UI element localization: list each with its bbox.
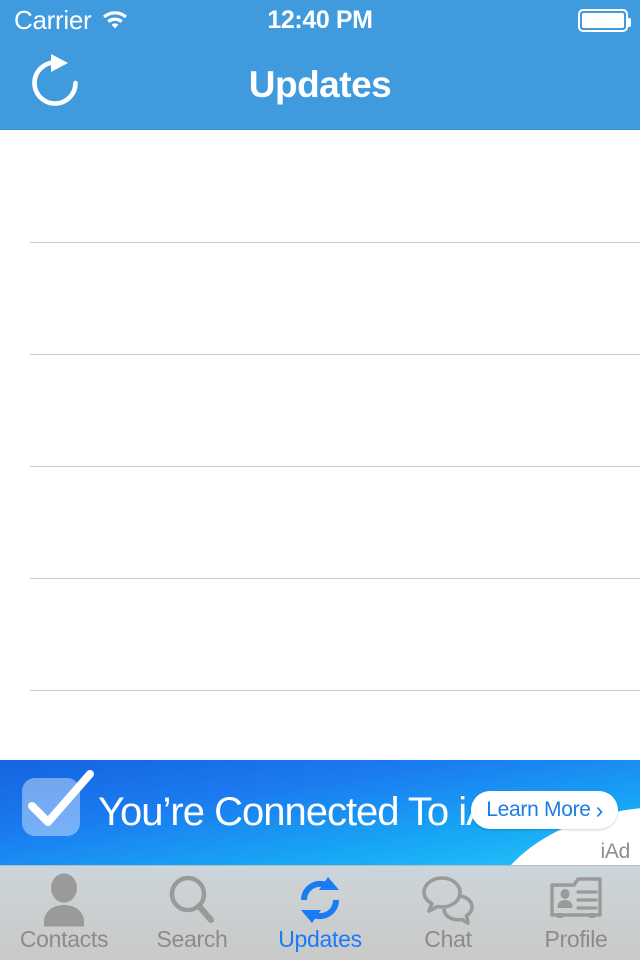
tab-label-updates: Updates	[278, 926, 362, 952]
table-row[interactable]	[0, 243, 640, 355]
row-separator	[30, 690, 640, 691]
ad-headline: You’re Connected To iAd	[98, 790, 514, 834]
person-icon	[36, 872, 92, 928]
updates-table-view[interactable]	[0, 131, 640, 760]
tab-label-profile: Profile	[544, 926, 608, 952]
contact-card-icon	[548, 872, 604, 928]
nav-bar: Updates	[0, 40, 640, 130]
page-title: Updates	[248, 64, 392, 105]
tab-updates[interactable]: Updates	[256, 866, 384, 960]
status-bar-right	[578, 0, 631, 40]
ad-attribution-label: iAd	[600, 840, 631, 863]
learn-more-label: Learn More	[486, 798, 591, 821]
speech-bubbles-icon	[420, 872, 476, 928]
learn-more-button[interactable]: Learn More ›	[471, 791, 618, 829]
battery-nub	[628, 17, 631, 27]
sync-arrows-icon	[292, 872, 348, 928]
magnifier-icon	[164, 872, 220, 928]
checkmark-icon	[22, 766, 98, 842]
table-row[interactable]	[0, 355, 640, 467]
app-screen: Carrier 12:40 PM Updates You’re Connecte…	[0, 0, 640, 960]
tab-bar: Contacts Search Updates Chat Profile	[0, 865, 640, 960]
tab-profile[interactable]: Profile	[512, 866, 640, 960]
iad-banner[interactable]: You’re Connected To iAd Learn More › iAd	[0, 760, 640, 865]
battery-icon	[578, 8, 631, 32]
status-bar: Carrier 12:40 PM	[0, 0, 640, 40]
battery-fill	[582, 12, 624, 28]
tab-label-search: Search	[156, 926, 228, 952]
chevron-right-icon: ›	[595, 796, 604, 823]
tab-chat[interactable]: Chat	[384, 866, 512, 960]
table-row[interactable]	[0, 131, 640, 243]
tab-label-chat: Chat	[424, 926, 472, 952]
tab-label-contacts: Contacts	[19, 926, 109, 952]
status-bar-time: 12:40 PM	[267, 5, 373, 34]
table-row[interactable]	[0, 579, 640, 691]
tab-contacts[interactable]: Contacts	[0, 866, 128, 960]
tab-search[interactable]: Search	[128, 866, 256, 960]
table-row[interactable]	[0, 467, 640, 579]
